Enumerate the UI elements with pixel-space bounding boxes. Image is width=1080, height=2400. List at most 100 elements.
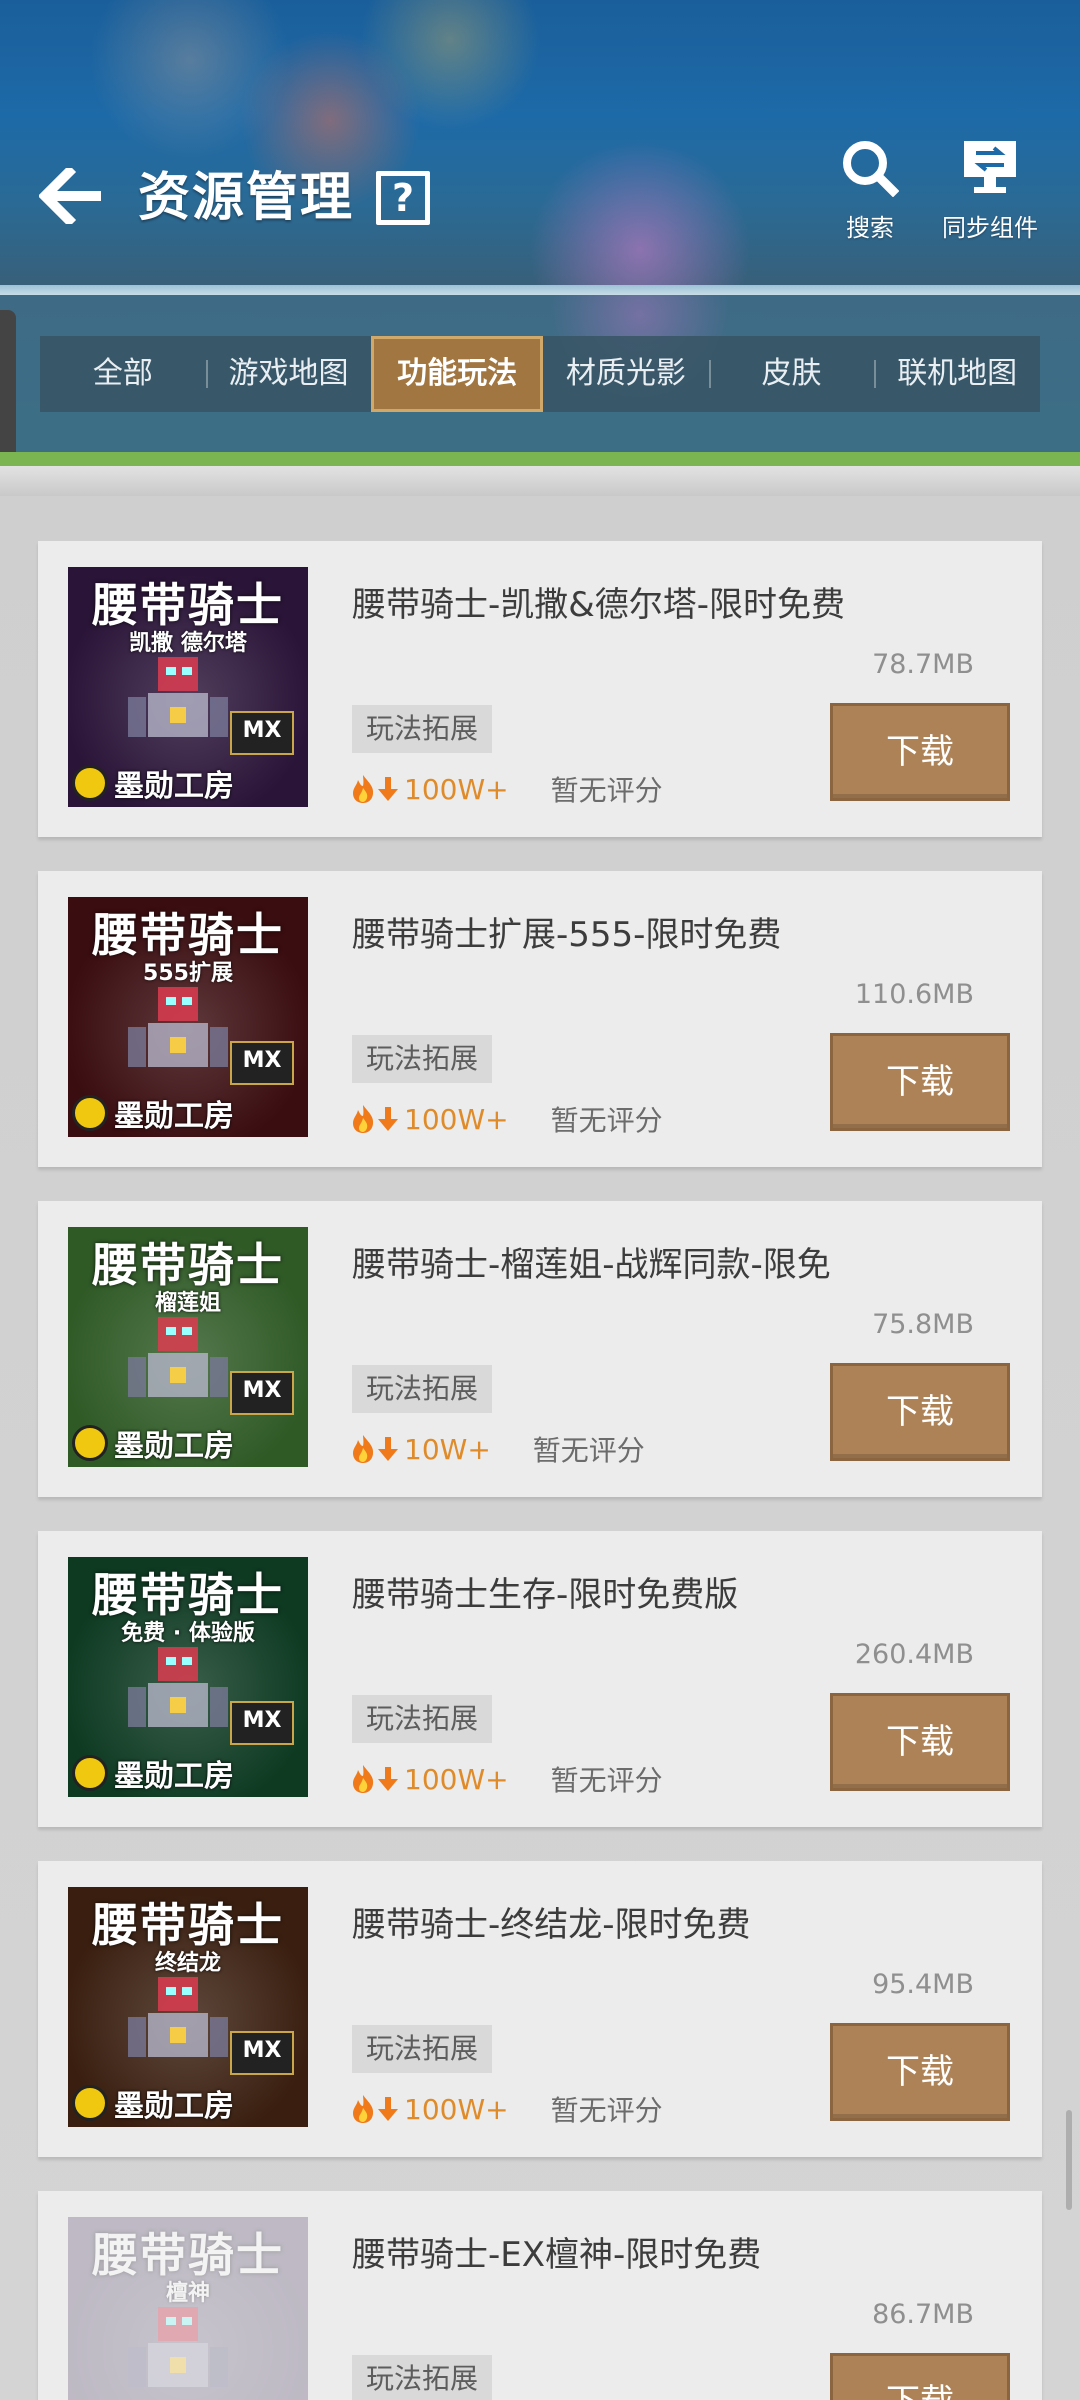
- download-button[interactable]: 下载: [830, 1363, 1010, 1461]
- resource-card[interactable]: 腰带骑士 终结龙 MX 墨勋工房 腰带骑士-终结龙-限时免费 95.4MB 玩法…: [38, 1861, 1042, 2157]
- category-tag: 玩法拓展: [352, 1695, 493, 1743]
- download-button[interactable]: 下载: [830, 1693, 1010, 1791]
- thumbnail-brand: 墨勋工房: [68, 1749, 308, 1797]
- resource-thumbnail[interactable]: 腰带骑士 免费 · 体验版 MX 墨勋工房: [68, 1557, 308, 1797]
- resource-list[interactable]: 腰带骑士 凯撒 德尔塔 MX 墨勋工房 腰带骑士-凯撒&德尔塔-限时免费 78.…: [0, 496, 1080, 2400]
- thumbnail-brand: 墨勋工房: [68, 1089, 308, 1137]
- tab-game-maps[interactable]: 游戏地图: [205, 336, 372, 412]
- download-button[interactable]: 下载: [830, 1033, 1010, 1131]
- download-count: 100W+: [404, 2092, 509, 2126]
- resource-card[interactable]: 腰带骑士 檀神 腰带骑士-EX檀神-限时免费 86.7MB 玩法拓展 下载: [38, 2191, 1042, 2400]
- resource-title[interactable]: 腰带骑士-榴莲姐-战辉同款-限免: [352, 1237, 831, 1286]
- resource-thumbnail[interactable]: 腰带骑士 终结龙 MX 墨勋工房: [68, 1887, 308, 2127]
- tabs-underline: [0, 452, 1080, 466]
- back-arrow-icon: [39, 168, 101, 224]
- header-bar: [0, 0, 1080, 290]
- mx-badge: MX: [230, 1371, 294, 1415]
- character-art-icon: [128, 1977, 228, 2057]
- thumbnail-subtitle: 终结龙: [154, 1951, 221, 1976]
- character-art-icon: [128, 2307, 228, 2387]
- category-tag: 玩法拓展: [352, 1035, 493, 1083]
- file-size: 95.4MB: [872, 1969, 974, 2000]
- category-tag: 玩法拓展: [352, 2025, 493, 2073]
- tab-multiplayer-maps[interactable]: 联机地图: [874, 336, 1040, 412]
- resource-title[interactable]: 腰带骑士-凯撒&德尔塔-限时免费: [352, 577, 845, 626]
- mx-badge: MX: [230, 1041, 294, 1085]
- search-icon: [843, 141, 899, 197]
- download-arrow-icon: [378, 1437, 398, 1461]
- resource-stats: 100W+ 暂无评分: [350, 1759, 663, 1799]
- fire-icon: [353, 2095, 374, 2123]
- resource-thumbnail[interactable]: 腰带骑士 凯撒 德尔塔 MX 墨勋工房: [68, 567, 308, 807]
- scrollbar[interactable]: [1066, 2110, 1072, 2210]
- sync-components-button[interactable]: 同步组件: [935, 138, 1045, 243]
- thumbnail-subtitle: 免费 · 体验版: [121, 1621, 255, 1646]
- download-arrow-icon: [378, 2097, 398, 2121]
- fire-icon: [353, 1765, 374, 1793]
- thumbnail-subtitle: 榴莲姐: [154, 1291, 221, 1316]
- page-title: 资源管理: [138, 168, 355, 228]
- search-button[interactable]: 搜索: [830, 138, 910, 243]
- file-size: 260.4MB: [854, 1639, 974, 1670]
- tab-textures-shaders[interactable]: 材质光影: [543, 336, 709, 412]
- resource-card[interactable]: 腰带骑士 免费 · 体验版 MX 墨勋工房 腰带骑士生存-限时免费版 260.4…: [38, 1531, 1042, 1827]
- tab-skins[interactable]: 皮肤: [708, 336, 875, 412]
- resource-thumbnail[interactable]: 腰带骑士 555扩展 MX 墨勋工房: [68, 897, 308, 1137]
- resource-stats: 10W+ 暂无评分: [350, 1429, 645, 1469]
- thumbnail-brand: 墨勋工房: [68, 1419, 308, 1467]
- resource-title[interactable]: 腰带骑士-EX檀神-限时免费: [352, 2227, 761, 2276]
- download-count: 100W+: [404, 1762, 509, 1796]
- category-tag: 玩法拓展: [352, 2355, 493, 2400]
- mx-badge: MX: [230, 711, 294, 755]
- studio-name: 墨勋工房: [114, 769, 234, 804]
- studio-logo-icon: [72, 2085, 108, 2121]
- file-size: 86.7MB: [872, 2299, 974, 2330]
- studio-name: 墨勋工房: [114, 1429, 234, 1464]
- resource-title[interactable]: 腰带骑士扩展-555-限时免费: [352, 907, 781, 956]
- help-button[interactable]: ?: [376, 171, 430, 225]
- file-size: 75.8MB: [872, 1309, 974, 1340]
- studio-name: 墨勋工房: [114, 1759, 234, 1794]
- thumbnail-subtitle: 555扩展: [143, 961, 233, 986]
- thumbnail-brand: 墨勋工房: [68, 2079, 308, 2127]
- fire-icon: [353, 1435, 374, 1463]
- tab-gameplay[interactable]: 功能玩法: [371, 336, 544, 412]
- resource-card[interactable]: 腰带骑士 凯撒 德尔塔 MX 墨勋工房 腰带骑士-凯撒&德尔塔-限时免费 78.…: [38, 541, 1042, 837]
- character-art-icon: [128, 987, 228, 1067]
- file-size: 110.6MB: [854, 979, 974, 1010]
- mx-badge: MX: [230, 1701, 294, 1745]
- character-art-icon: [128, 1647, 228, 1727]
- studio-logo-icon: [72, 1425, 108, 1461]
- resource-card[interactable]: 腰带骑士 555扩展 MX 墨勋工房 腰带骑士扩展-555-限时免费 110.6…: [38, 871, 1042, 1167]
- character-art-icon: [128, 657, 228, 737]
- rating-text: 暂无评分: [550, 1764, 663, 1797]
- download-button[interactable]: 下载: [830, 703, 1010, 801]
- download-arrow-icon: [378, 777, 398, 801]
- download-button[interactable]: 下载: [830, 2023, 1010, 2121]
- download-count: 100W+: [404, 772, 509, 806]
- resource-stats: 100W+ 暂无评分: [350, 769, 663, 809]
- thumbnail-subtitle: 檀神: [165, 2281, 210, 2306]
- resource-thumbnail[interactable]: 腰带骑士 檀神: [68, 2217, 308, 2400]
- studio-name: 墨勋工房: [114, 2089, 234, 2124]
- download-button[interactable]: 下载: [830, 2353, 1010, 2400]
- download-count: 100W+: [404, 1102, 509, 1136]
- thumbnail-brand: 墨勋工房: [68, 759, 308, 807]
- studio-logo-icon: [72, 1755, 108, 1791]
- resource-title[interactable]: 腰带骑士-终结龙-限时免费: [352, 1897, 751, 1946]
- back-button[interactable]: [36, 160, 108, 232]
- resource-stats: 100W+ 暂无评分: [350, 1099, 663, 1139]
- studio-name: 墨勋工房: [114, 1099, 234, 1134]
- resource-thumbnail[interactable]: 腰带骑士 榴莲姐 MX 墨勋工房: [68, 1227, 308, 1467]
- studio-logo-icon: [72, 1095, 108, 1131]
- category-tag: 玩法拓展: [352, 705, 493, 753]
- list-top-shadow: [0, 466, 1080, 496]
- sync-monitor-icon: [964, 141, 1016, 193]
- resource-title[interactable]: 腰带骑士生存-限时免费版: [352, 1567, 738, 1616]
- sync-label: 同步组件: [942, 214, 1038, 242]
- file-size: 78.7MB: [872, 649, 974, 680]
- tab-all[interactable]: 全部: [40, 336, 206, 412]
- fire-icon: [353, 775, 374, 803]
- resource-card[interactable]: 腰带骑士 榴莲姐 MX 墨勋工房 腰带骑士-榴莲姐-战辉同款-限免 75.8MB…: [38, 1201, 1042, 1497]
- rating-text: 暂无评分: [550, 774, 663, 807]
